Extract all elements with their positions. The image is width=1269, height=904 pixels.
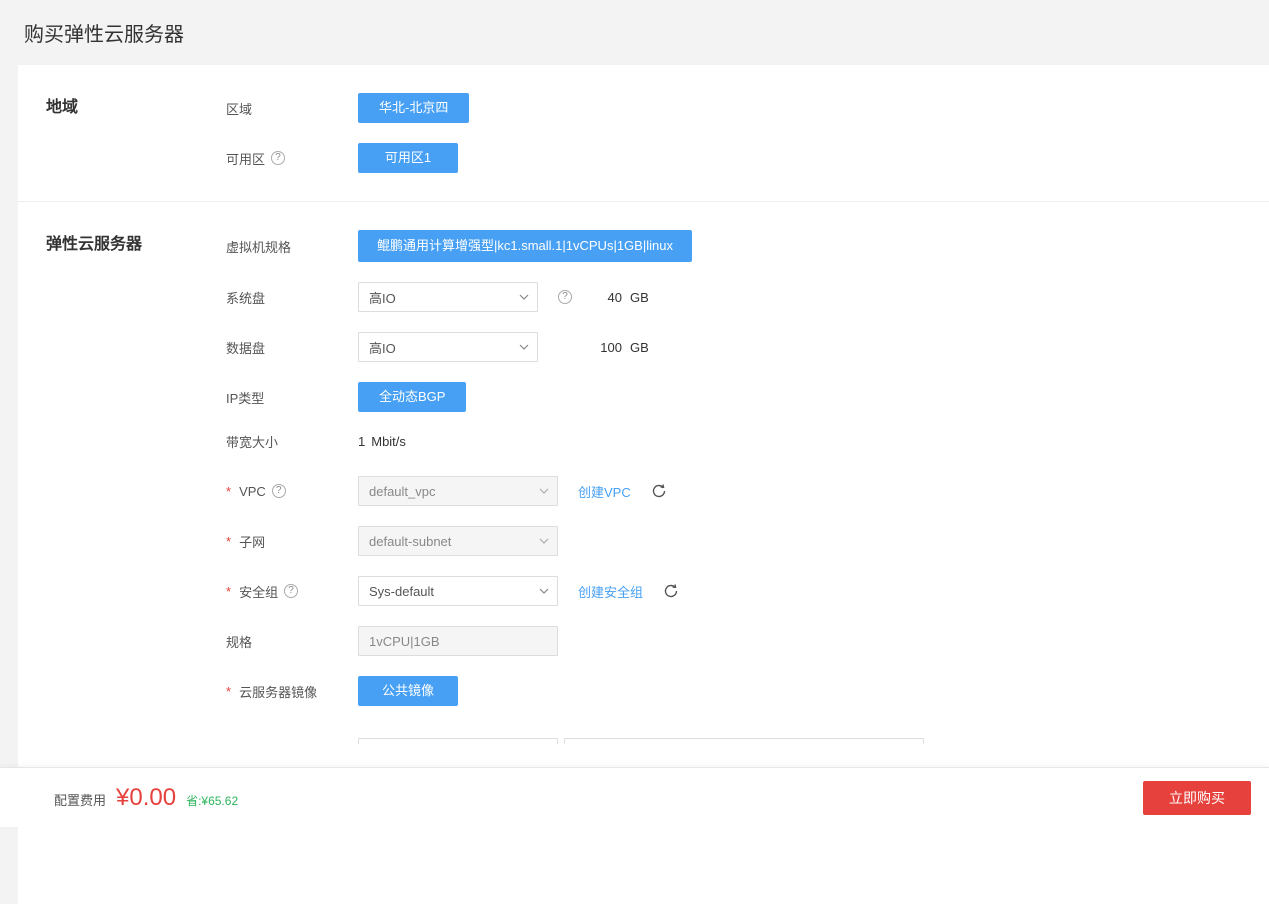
label-image: * 云服务器镜像 — [226, 682, 358, 701]
row-image: * 云服务器镜像 公共镜像 — [226, 676, 1269, 706]
label-bandwidth: 带宽大小 — [226, 432, 358, 451]
label-spec: 虚拟机规格 — [226, 237, 358, 256]
label-sg-text: 安全组 — [239, 582, 278, 601]
security-group-select[interactable]: Sys-default — [358, 576, 558, 606]
row-az: 可用区 ? 可用区1 — [226, 143, 1269, 173]
bandwidth-unit: Mbit/s — [371, 434, 406, 449]
fee-label: 配置费用 — [54, 790, 106, 809]
label-datadisk: 数据盘 — [226, 338, 358, 357]
buy-now-button[interactable]: 立即购买 — [1143, 781, 1251, 815]
required-mark: * — [226, 484, 231, 499]
section-ecs-title: 弹性云服务器 — [46, 230, 142, 254]
section-ecs: 弹性云服务器 虚拟机规格 鲲鹏通用计算增强型|kc1.small.1|1vCPU… — [18, 201, 1269, 784]
label-flavor: 规格 — [226, 632, 358, 651]
spec-value-button[interactable]: 鲲鹏通用计算增强型|kc1.small.1|1vCPUs|1GB|linux — [358, 230, 692, 262]
label-region: 区域 — [226, 99, 358, 118]
datadisk-type-select[interactable]: 高IO — [358, 332, 538, 362]
row-vpc: * VPC ? default_vpc 创建VPC — [226, 476, 1269, 506]
row-region: 区域 华北-北京四 — [226, 93, 1269, 123]
help-icon[interactable]: ? — [284, 584, 298, 598]
chevron-down-icon — [539, 586, 549, 596]
refresh-icon[interactable] — [663, 583, 679, 599]
footer-bar: 配置费用 ¥0.00 省:¥65.62 立即购买 — [0, 767, 1269, 827]
row-subnet: * 子网 default-subnet — [226, 526, 1269, 556]
help-icon[interactable]: ? — [272, 484, 286, 498]
label-vpc: * VPC ? — [226, 484, 358, 499]
sysdisk-unit: GB — [630, 290, 649, 305]
image-os-select[interactable] — [358, 738, 558, 744]
row-flavor: 规格 1vCPU|1GB — [226, 626, 1269, 656]
datadisk-unit: GB — [630, 340, 649, 355]
label-subnet: * 子网 — [226, 532, 358, 551]
label-image-text: 云服务器镜像 — [239, 682, 317, 701]
image-value-button[interactable]: 公共镜像 — [358, 676, 458, 706]
vpc-select[interactable]: default_vpc — [358, 476, 558, 506]
subnet-value: default-subnet — [369, 534, 451, 549]
region-value-button[interactable]: 华北-北京四 — [358, 93, 469, 123]
label-az-text: 可用区 — [226, 149, 265, 168]
footer-left: 配置费用 ¥0.00 省:¥65.62 — [54, 784, 238, 812]
required-mark: * — [226, 684, 231, 699]
section-region: 地域 区域 华北-北京四 可用区 ? 可用区1 — [18, 65, 1269, 201]
flavor-input: 1vCPU|1GB — [358, 626, 558, 656]
chevron-down-icon — [519, 292, 529, 302]
row-bandwidth: 带宽大小 1 Mbit/s — [226, 426, 1269, 456]
bandwidth-value: 1 — [358, 434, 365, 449]
image-version-select[interactable] — [564, 738, 924, 744]
required-mark: * — [226, 584, 231, 599]
security-group-value: Sys-default — [369, 584, 434, 599]
iptype-value-button[interactable]: 全动态BGP — [358, 382, 466, 412]
fee-save: 省:¥65.62 — [186, 792, 238, 809]
subnet-select[interactable]: default-subnet — [358, 526, 558, 556]
label-sysdisk: 系统盘 — [226, 288, 358, 307]
refresh-icon[interactable] — [651, 483, 667, 499]
sysdisk-size: 40 — [592, 290, 622, 305]
row-image-select-partial — [226, 726, 1269, 756]
row-security-group: * 安全组 ? Sys-default 创建安全组 — [226, 576, 1269, 606]
help-icon[interactable]: ? — [558, 290, 572, 304]
required-mark: * — [226, 534, 231, 549]
row-iptype: IP类型 全动态BGP — [226, 382, 1269, 412]
section-region-title: 地域 — [46, 93, 78, 117]
label-vpc-text: VPC — [239, 484, 266, 499]
chevron-down-icon — [539, 536, 549, 546]
page-title: 购买弹性云服务器 — [0, 0, 1269, 65]
chevron-down-icon — [539, 486, 549, 496]
fee-amount: ¥0.00 — [116, 784, 176, 812]
datadisk-type-value: 高IO — [369, 338, 396, 357]
sysdisk-type-select[interactable]: 高IO — [358, 282, 538, 312]
datadisk-size: 100 — [592, 340, 622, 355]
create-vpc-link[interactable]: 创建VPC — [578, 482, 631, 501]
row-spec: 虚拟机规格 鲲鹏通用计算增强型|kc1.small.1|1vCPUs|1GB|l… — [226, 230, 1269, 262]
create-security-group-link[interactable]: 创建安全组 — [578, 582, 643, 601]
row-sysdisk: 系统盘 高IO ? 40 GB — [226, 282, 1269, 312]
help-icon[interactable]: ? — [271, 151, 285, 165]
label-subnet-text: 子网 — [239, 532, 265, 551]
flavor-value: 1vCPU|1GB — [369, 634, 440, 649]
row-datadisk: 数据盘 高IO 100 GB — [226, 332, 1269, 362]
label-security-group: * 安全组 ? — [226, 582, 358, 601]
vpc-value: default_vpc — [369, 484, 436, 499]
label-az: 可用区 ? — [226, 149, 358, 168]
chevron-down-icon — [519, 342, 529, 352]
sysdisk-type-value: 高IO — [369, 288, 396, 307]
az-value-button[interactable]: 可用区1 — [358, 143, 458, 173]
label-iptype: IP类型 — [226, 388, 358, 407]
